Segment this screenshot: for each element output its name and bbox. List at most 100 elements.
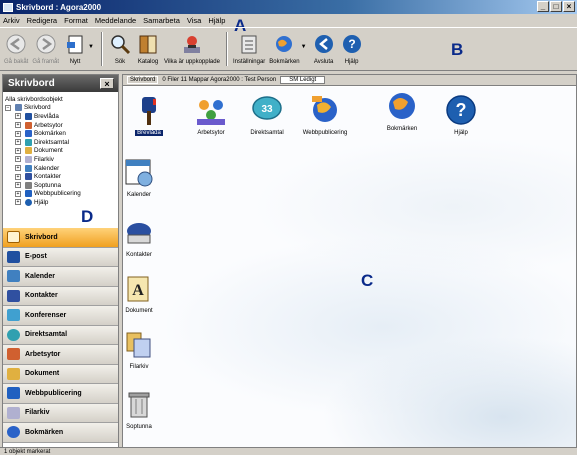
menu-meddelande[interactable]: Meddelande xyxy=(95,16,136,25)
svg-text:?: ? xyxy=(456,100,467,120)
web-publish-icon xyxy=(7,387,20,400)
document-icon xyxy=(25,147,32,155)
tree-root-label: Alla skrivbordsobjekt xyxy=(5,95,63,103)
tree-view: Alla skrivbordsobjekt − Skrivbord + Brevlå… xyxy=(3,92,118,210)
bookmarks-button[interactable]: Bokmärken xyxy=(269,32,300,65)
nav-direktsamtal[interactable]: Direktsamtal xyxy=(3,325,118,345)
forward-arrow-icon xyxy=(36,34,56,54)
document-icon xyxy=(7,367,20,380)
bookmarks-dropdown-arrow-icon[interactable]: ▼ xyxy=(301,44,307,50)
menu-samarbeta[interactable]: Samarbeta xyxy=(143,16,180,25)
desktop-icon-hjalp[interactable]: ? Hjälp xyxy=(431,93,491,136)
nav-konferenser[interactable]: Konferenser xyxy=(3,306,118,326)
toolbar-separator xyxy=(225,32,228,66)
desktop-icon-filarkiv[interactable]: Filarkiv xyxy=(123,327,169,370)
nav-dokument[interactable]: Dokument xyxy=(3,364,118,384)
menu-redigera[interactable]: Redigera xyxy=(27,16,57,25)
tree-item[interactable]: − Skrivbord xyxy=(5,104,116,113)
nav-kalender[interactable]: Kalender xyxy=(3,267,118,287)
menu-arkiv[interactable]: Arkiv xyxy=(3,16,20,25)
menu-hjalp[interactable]: Hjälp xyxy=(208,16,225,25)
nav-webbpublicering[interactable]: Webbpublicering xyxy=(3,384,118,404)
sidebar-close-button[interactable]: × xyxy=(100,78,114,89)
callout-c: C xyxy=(361,271,374,290)
tree-item[interactable]: + Kontakter xyxy=(5,172,116,181)
search-icon xyxy=(111,35,131,55)
tree-item[interactable]: + Kalender xyxy=(5,164,116,173)
desktop-icon-bokmarken[interactable]: Bokmärken xyxy=(372,89,432,132)
tree-item[interactable]: + Arbetsytor xyxy=(5,121,116,130)
maximize-button[interactable]: □ xyxy=(550,1,562,12)
chat-icon xyxy=(25,138,32,146)
path-location[interactable]: Skrivbord xyxy=(127,76,159,84)
online-users-icon xyxy=(183,36,200,53)
desktop-icon-soptunna[interactable]: Soptunna xyxy=(123,387,169,430)
window-title: Skrivbord : Agora2000 xyxy=(16,2,102,12)
menu-visa[interactable]: Visa xyxy=(187,16,201,25)
nav-bokmarken[interactable]: Bokmärken xyxy=(3,423,118,443)
sidebar-header: Skrivbord × xyxy=(3,75,118,92)
tree-item[interactable]: + Filarkiv xyxy=(5,155,116,164)
online-users-button[interactable]: Vilka är uppkopplade xyxy=(164,32,220,65)
tree-item[interactable]: + Webbpublicering xyxy=(5,190,116,199)
desktop-icon-webbpublicering[interactable]: Webbpublicering xyxy=(295,93,355,136)
mailbox-icon xyxy=(25,112,32,120)
app-icon xyxy=(3,2,13,12)
mailbox-icon xyxy=(142,97,156,125)
catalog-icon xyxy=(139,35,157,54)
callout-b: B xyxy=(451,40,464,59)
help-button[interactable]: ? Hjälp xyxy=(340,32,364,65)
settings-icon xyxy=(241,35,257,54)
menu-bar: Arkiv Redigera Format Meddelande Samarbe… xyxy=(0,14,577,27)
desktop-icon-direktsamtal[interactable]: 33 Direktsamtal xyxy=(237,93,297,136)
new-dropdown-arrow-icon[interactable]: ▼ xyxy=(88,44,94,50)
minimize-button[interactable]: _ xyxy=(537,1,549,12)
calendar-icon xyxy=(25,164,32,172)
trash-can-icon xyxy=(128,392,150,418)
path-stats: 0 Filer 11 Mappar Agora2000 : Test Perso… xyxy=(162,77,277,83)
settings-button[interactable]: Inställningar xyxy=(233,32,265,65)
desktop-icon-dokument[interactable]: A Dokument xyxy=(123,271,169,314)
contacts-icon xyxy=(25,173,32,181)
nav-kontakter[interactable]: Kontakter xyxy=(3,286,118,306)
web-publish-globe-icon xyxy=(312,96,337,122)
contacts-icon xyxy=(7,289,20,302)
cloud-background xyxy=(123,87,576,448)
sidebar-title: Skrivbord xyxy=(8,78,55,89)
document-icon: A xyxy=(127,276,149,302)
file-archive-icon xyxy=(7,406,20,419)
title-bar: Skrivbord : Agora2000 _ □ × xyxy=(0,0,577,14)
status-badge: SM Ledigt xyxy=(280,76,326,84)
nav-skrivbord[interactable]: Skrivbord xyxy=(3,228,118,248)
chat-icon xyxy=(7,328,20,341)
tree-item[interactable]: + Dokument xyxy=(5,147,116,156)
desktop-icon-brevlada[interactable]: Brevlåda xyxy=(123,93,179,136)
nav-e-post[interactable]: E-post xyxy=(3,247,118,267)
forward-button[interactable]: Gå framåt xyxy=(32,32,59,65)
nav-arbetsytor[interactable]: Arbetsytor xyxy=(3,345,118,365)
tree-item[interactable]: + Hjälp xyxy=(5,198,116,207)
quit-button[interactable]: Avsluta xyxy=(312,32,336,65)
svg-text:A: A xyxy=(132,282,144,299)
tree-item[interactable]: + Bokmärken xyxy=(5,129,116,138)
catalog-button[interactable]: Katalog xyxy=(136,32,160,65)
back-button[interactable]: Gå bakåt xyxy=(4,32,28,65)
close-button[interactable]: × xyxy=(563,1,575,12)
tree-item[interactable]: + Direktsamtal xyxy=(5,138,116,147)
callout-d: D xyxy=(81,207,94,226)
tree-item[interactable]: + Soptunna xyxy=(5,181,116,190)
nav-filarkiv[interactable]: Filarkiv xyxy=(3,403,118,423)
desktop-icon xyxy=(7,231,20,244)
new-button[interactable]: Nytt xyxy=(63,32,87,65)
tree-item[interactable]: + Brevlåda xyxy=(5,112,116,121)
desktop-icon-kontakter[interactable]: Kontakter xyxy=(123,215,169,258)
toolbar: Gå bakåt Gå framåt Nytt ▼ Sök Katalog Vi… xyxy=(0,27,577,71)
desktop-icon-kalender[interactable]: Kalender xyxy=(123,155,169,198)
new-document-icon xyxy=(67,35,83,54)
status-bar: 1 objekt markerat xyxy=(0,447,577,455)
desktop-icon-arbetsytor[interactable]: Arbetsytor xyxy=(181,93,241,136)
help-icon: ? xyxy=(446,95,476,125)
menu-format[interactable]: Format xyxy=(64,16,88,25)
workspace-icon xyxy=(7,348,20,361)
search-button[interactable]: Sök xyxy=(108,32,132,65)
